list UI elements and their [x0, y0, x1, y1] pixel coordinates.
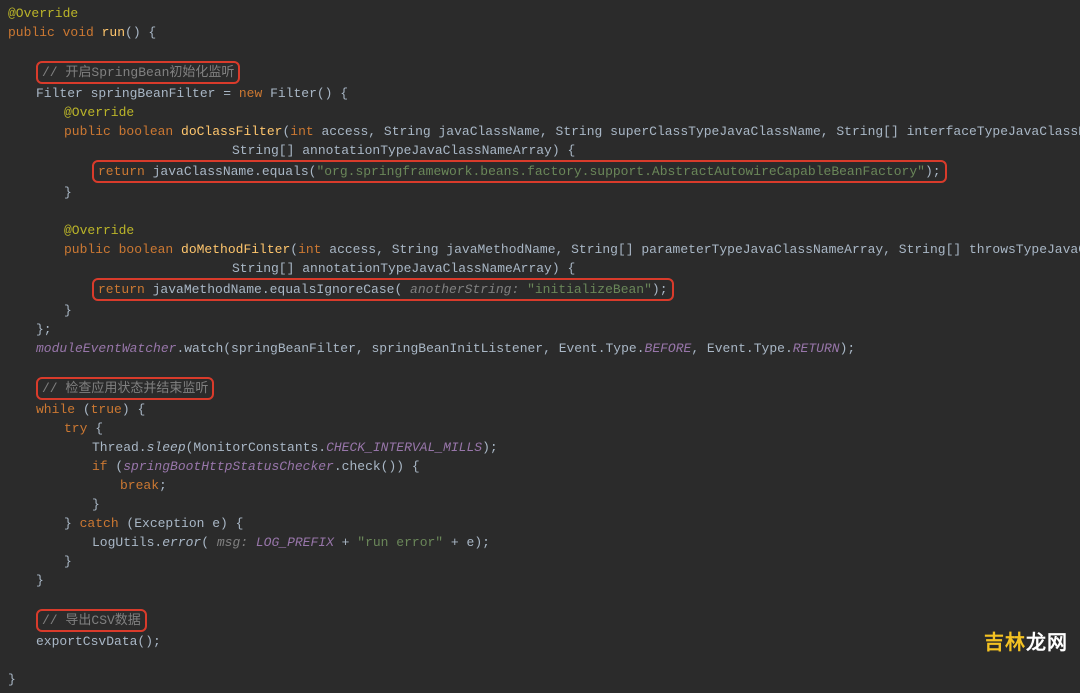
code-line: }	[8, 670, 1072, 689]
code-line: }	[8, 301, 1072, 320]
code-line: @Override	[8, 221, 1072, 240]
code-line: } catch (Exception e) {	[8, 514, 1072, 533]
blank-line	[8, 651, 1072, 670]
code-editor[interactable]: @Override public void run() { // 开启Sprin…	[8, 4, 1072, 689]
highlight-return: return javaMethodName.equalsIgnoreCase( …	[8, 278, 1072, 301]
code-line: break;	[8, 476, 1072, 495]
highlight-return: return javaClassName.equals("org.springf…	[8, 160, 1072, 183]
code-line: Thread.sleep(MonitorConstants.CHECK_INTE…	[8, 438, 1072, 457]
code-line: public boolean doMethodFilter(int access…	[8, 240, 1072, 259]
code-line: moduleEventWatcher.watch(springBeanFilte…	[8, 339, 1072, 358]
code-line: public boolean doClassFilter(int access,…	[8, 122, 1072, 141]
highlight-comment: // 导出CSV数据	[8, 609, 1072, 632]
code-line: }	[8, 495, 1072, 514]
code-line: String[] annotationTypeJavaClassNameArra…	[8, 141, 1072, 160]
code-line: Filter springBeanFilter = new Filter() {	[8, 84, 1072, 103]
code-line: }	[8, 571, 1072, 590]
code-line: }	[8, 183, 1072, 202]
blank-line	[8, 358, 1072, 377]
code-line: public void run() {	[8, 23, 1072, 42]
blank-line	[8, 42, 1072, 61]
code-line: exportCsvData();	[8, 632, 1072, 651]
code-line: String[] annotationTypeJavaClassNameArra…	[8, 259, 1072, 278]
code-line: @Override	[8, 4, 1072, 23]
highlight-comment: // 开启SpringBean初始化监听	[8, 61, 1072, 84]
code-line: };	[8, 320, 1072, 339]
code-line: if (springBootHttpStatusChecker.check())…	[8, 457, 1072, 476]
code-line: @Override	[8, 103, 1072, 122]
code-line: }	[8, 552, 1072, 571]
highlight-comment: // 检查应用状态并结束监听	[8, 377, 1072, 400]
blank-line	[8, 202, 1072, 221]
code-line: try {	[8, 419, 1072, 438]
blank-line	[8, 590, 1072, 609]
code-line: while (true) {	[8, 400, 1072, 419]
watermark: 吉林龙网	[984, 634, 1068, 653]
code-line: LogUtils.error( msg: LOG_PREFIX + "run e…	[8, 533, 1072, 552]
